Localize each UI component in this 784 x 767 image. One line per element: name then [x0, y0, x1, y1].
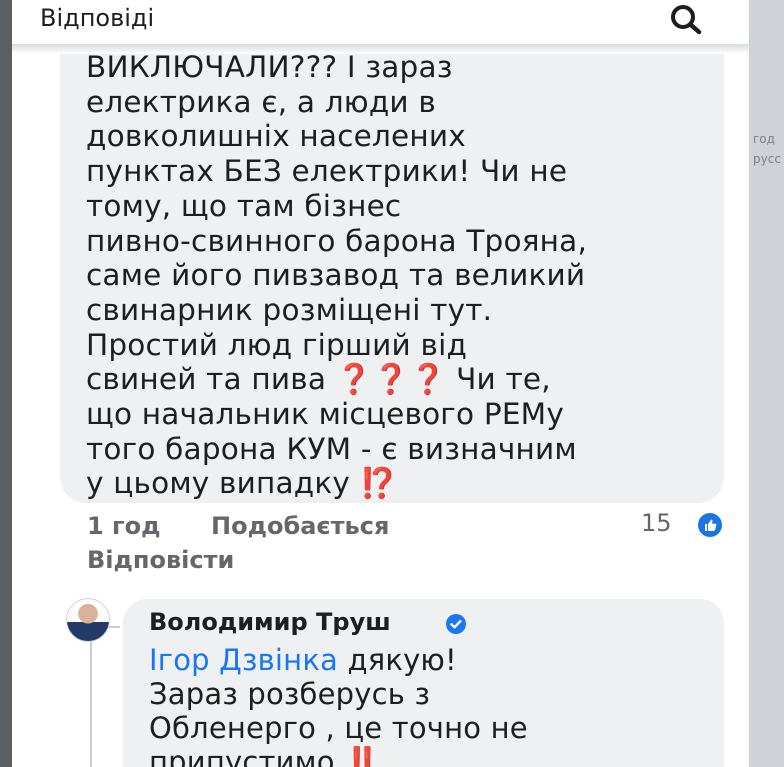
- reply-line-part: припустимо: [149, 745, 335, 767]
- avatar[interactable]: [66, 598, 110, 642]
- search-icon[interactable]: [666, 2, 708, 38]
- comment-line-part: свиней та пива: [86, 362, 327, 397]
- mention-link[interactable]: Ігор Дзвінка: [149, 643, 338, 677]
- comment-line: у цьому випадку ⁉️: [86, 466, 726, 501]
- comment-line: Простий люд гірший від: [86, 327, 468, 362]
- comment-line: довколишніх населених: [86, 119, 466, 154]
- comment-line: що начальник місцевого РЕМу: [86, 397, 564, 432]
- comment-line-part: Чи те,: [456, 362, 551, 397]
- replies-panel: ВИКЛЮЧАЛИ??? І зараз електрика є, а люди…: [12, 0, 749, 767]
- comment-timestamp[interactable]: 1 год: [87, 512, 160, 540]
- comment-line-part: у цьому випадку: [86, 466, 351, 501]
- reply-line-part: дякую!: [347, 643, 457, 677]
- comment-line: того барона КУМ - є визначним: [86, 431, 577, 466]
- header-divider: [12, 44, 749, 54]
- comment-line: пивно-свинного барона Трояна,: [86, 223, 588, 258]
- like-button[interactable]: Подобається: [211, 512, 389, 540]
- header-bar: Відповіді: [12, 0, 749, 44]
- comment-text: ВИКЛЮЧАЛИ??? І зараз електрика є, а люди…: [86, 50, 726, 501]
- background-page-left: [0, 0, 12, 767]
- comment-line: саме його пивзавод та великий: [86, 258, 586, 293]
- question-marks-emoji: ❓❓❓: [335, 362, 447, 397]
- background-text: русс: [753, 152, 781, 166]
- reply-button[interactable]: Відповісти: [87, 546, 234, 574]
- thread-line: [90, 632, 92, 767]
- comment-line: тому, що там бізнес: [86, 188, 402, 223]
- verified-badge-icon: [446, 614, 466, 634]
- reply-author-name[interactable]: Володимир Труш: [149, 608, 391, 636]
- like-reaction-icon[interactable]: [698, 513, 722, 537]
- comment-line: електрика є, а люди в: [86, 84, 436, 119]
- reply-line: припустимо ‼️: [149, 745, 709, 767]
- reply-line: Обленерго , це точно не: [149, 711, 528, 745]
- page-title: Відповіді: [40, 4, 155, 32]
- double-exclamation-emoji: ‼️: [344, 745, 381, 767]
- comment-line: свиней та пива ❓❓❓ Чи те,: [86, 362, 726, 397]
- reply-line: Ігор Дзвінка дякую!: [149, 643, 709, 677]
- background-page-right: год русс: [749, 0, 784, 767]
- comment-line: ВИКЛЮЧАЛИ??? І зараз: [86, 50, 453, 84]
- comment-line: пунктах БЕЗ електрики! Чи не: [86, 154, 568, 189]
- reply-line: Зараз розберусь з: [149, 677, 431, 711]
- background-text: год: [753, 132, 775, 146]
- comment-line: свинарник розміщені тут.: [86, 292, 493, 327]
- interrobang-emoji: ⁉️: [359, 466, 397, 501]
- reaction-count[interactable]: 15: [641, 509, 672, 537]
- reply-text: Ігор Дзвінка дякую! Зараз розберусь з Об…: [149, 643, 709, 767]
